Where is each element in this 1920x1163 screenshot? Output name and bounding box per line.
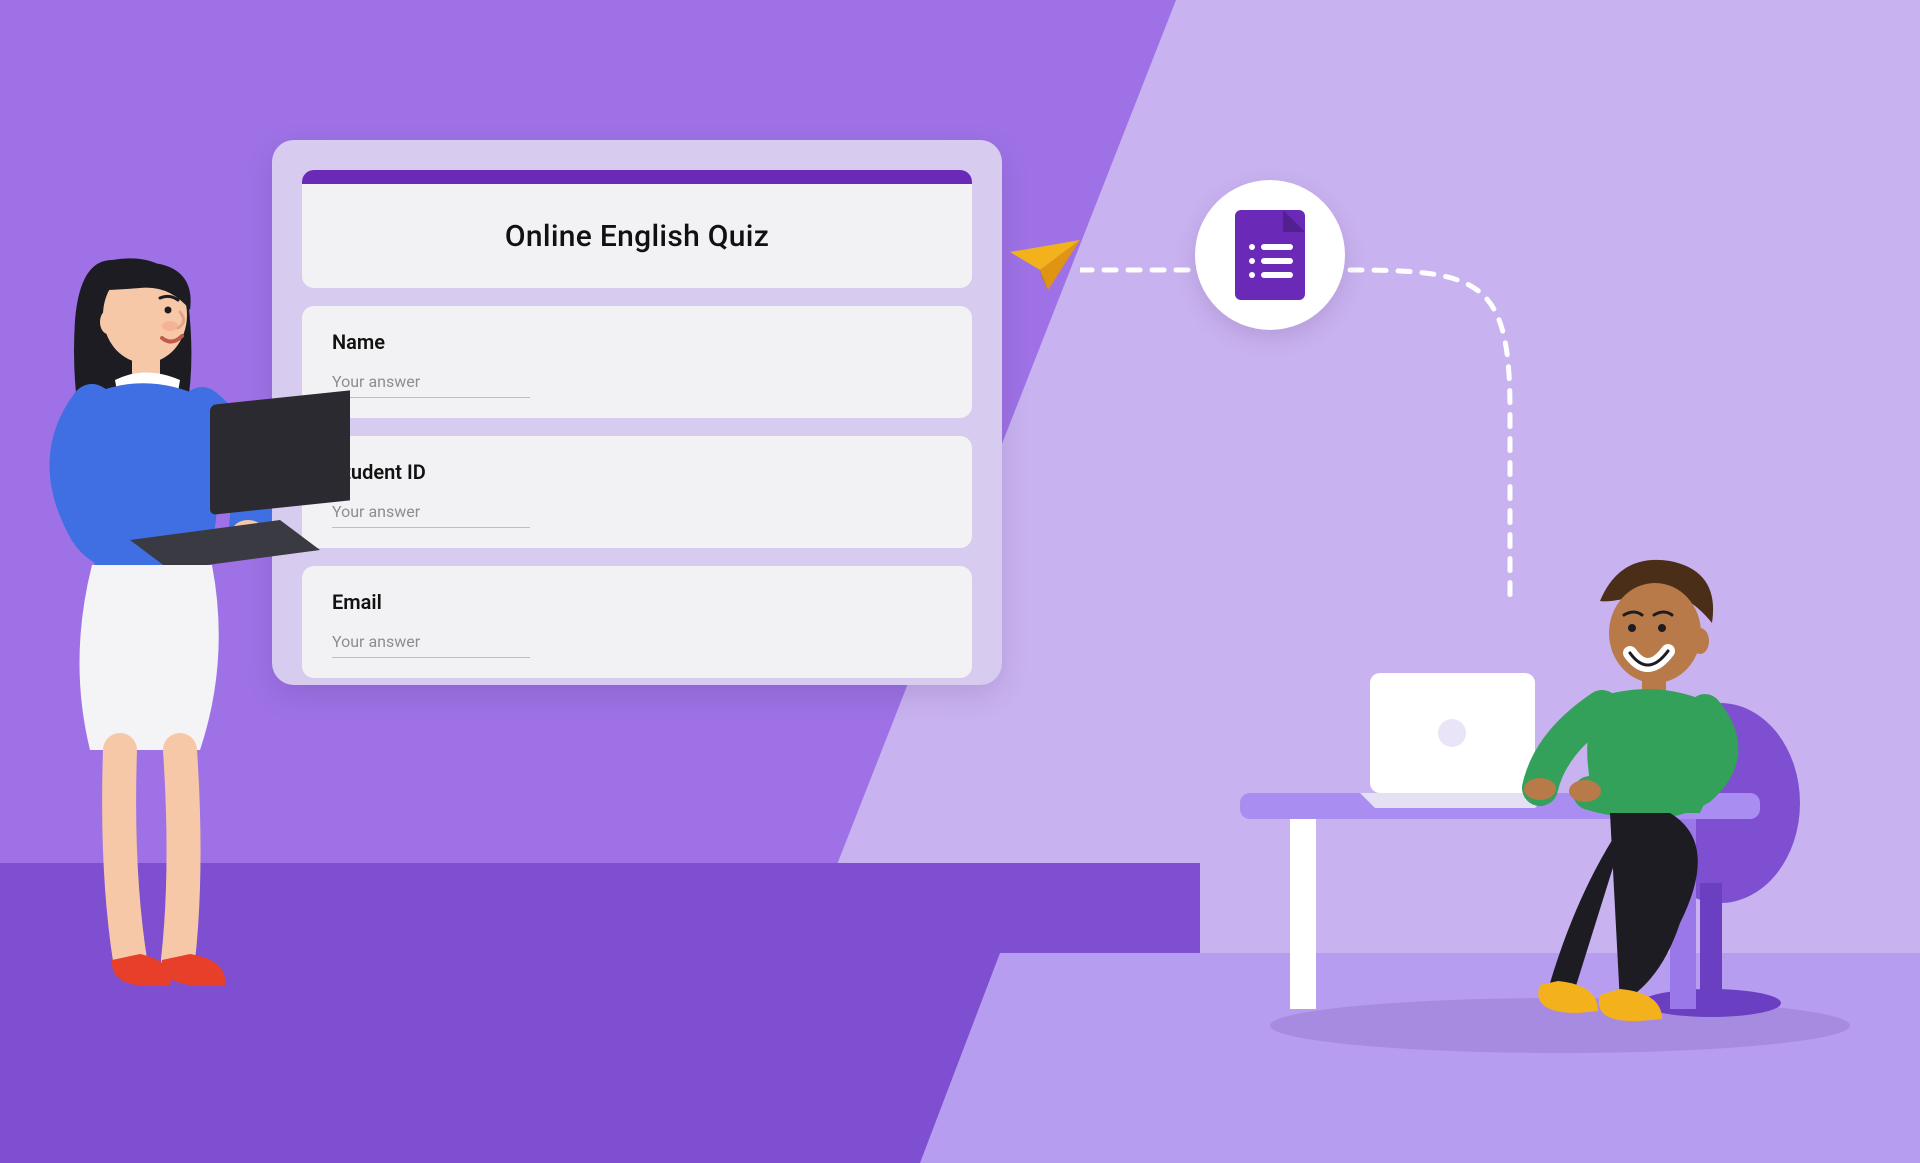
form-field-name: Name Your answer — [302, 306, 972, 418]
form-field-email: Email Your answer — [302, 566, 972, 678]
google-forms-icon — [1235, 210, 1305, 300]
form-field-student-id: Student ID Your answer — [302, 436, 972, 548]
email-input[interactable]: Your answer — [332, 632, 530, 658]
student-scene-illustration — [1200, 483, 1860, 1043]
teacher-illustration — [20, 230, 350, 1000]
field-label: Student ID — [332, 460, 942, 484]
field-label: Email — [332, 590, 942, 614]
forms-icon-circle — [1195, 180, 1345, 330]
field-label: Name — [332, 330, 942, 354]
name-input[interactable]: Your answer — [332, 372, 530, 398]
quiz-form-card: Online English Quiz Name Your answer Stu… — [272, 140, 1002, 685]
paper-plane-icon — [1010, 240, 1080, 290]
form-header: Online English Quiz — [302, 170, 972, 288]
form-title: Online English Quiz — [505, 219, 769, 254]
illustration-stage: Online English Quiz Name Your answer Stu… — [0, 0, 1920, 1163]
student-id-input[interactable]: Your answer — [332, 502, 530, 528]
